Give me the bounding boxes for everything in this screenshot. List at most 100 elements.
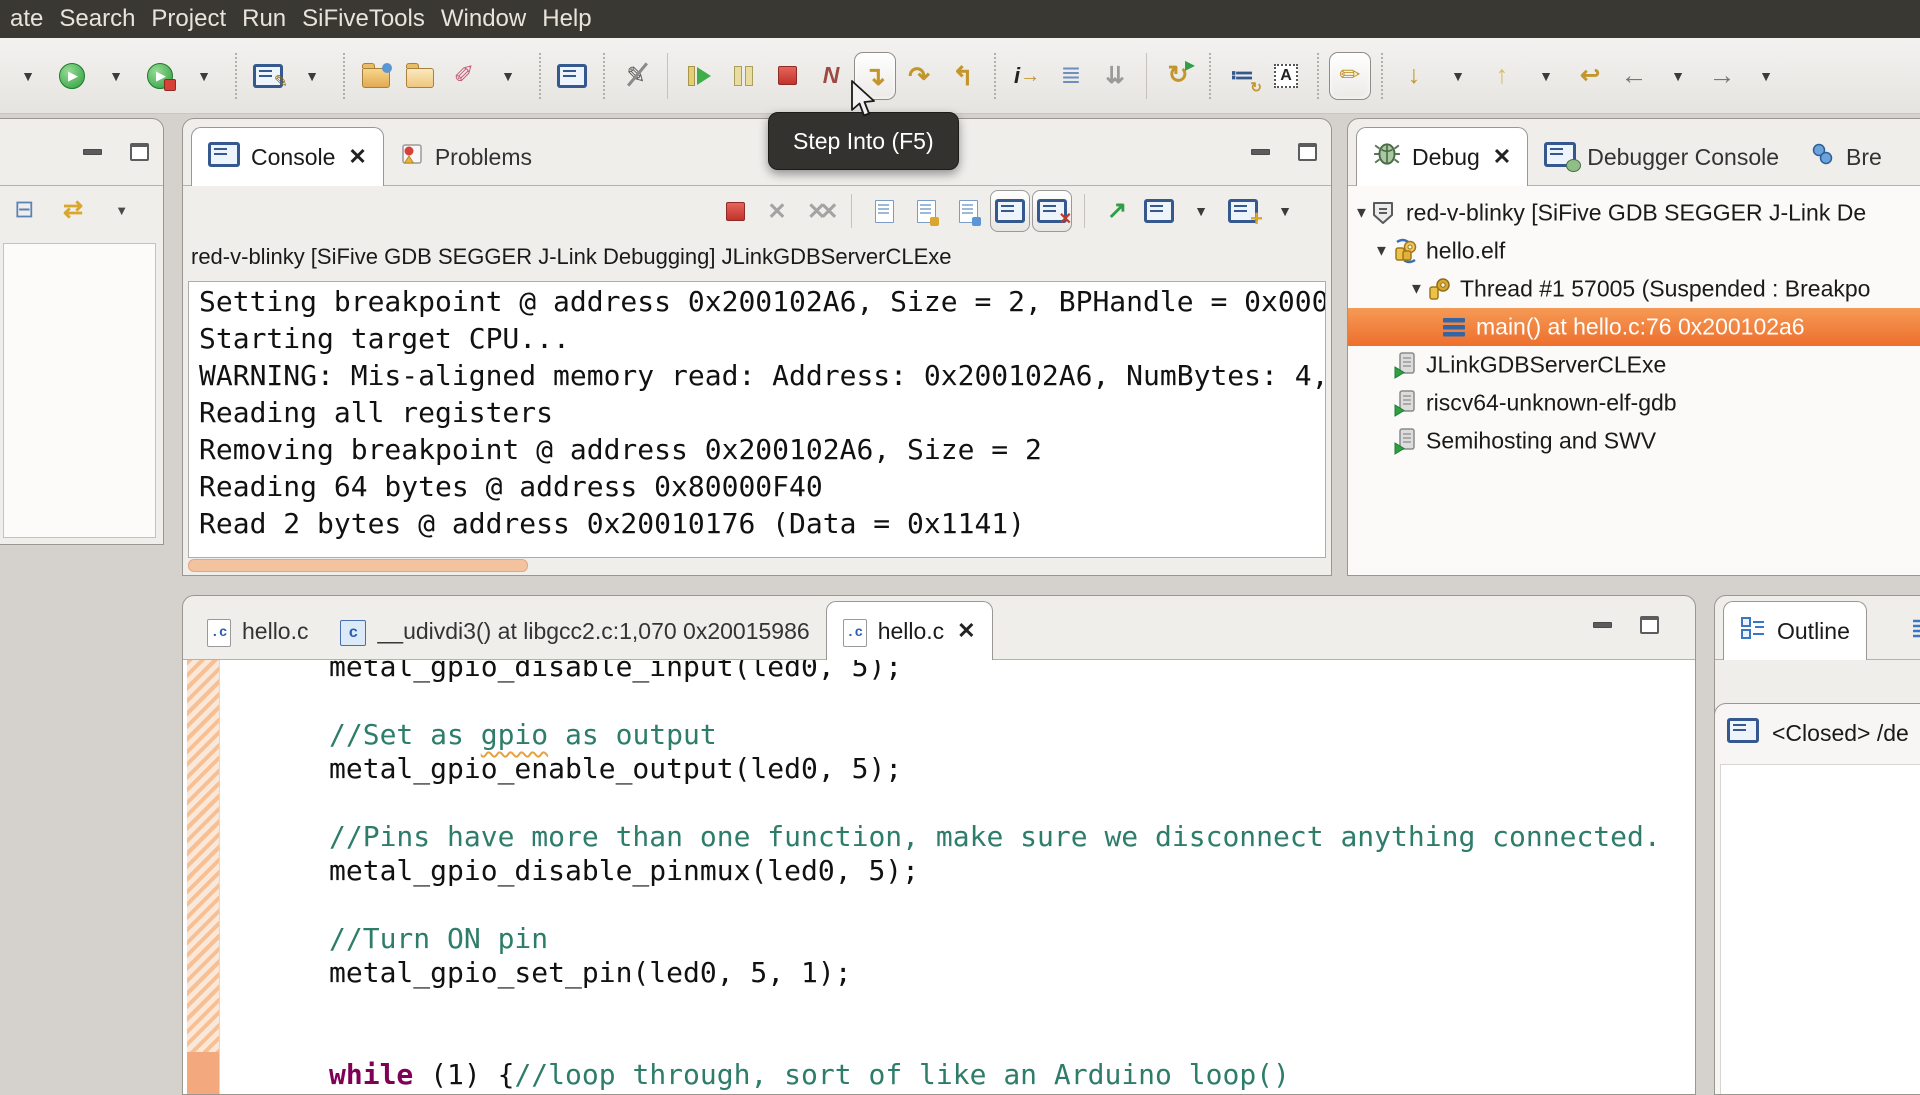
- expand-arrow-icon[interactable]: ▼: [1354, 205, 1369, 222]
- debug-tree-row-main-at-hello-c-76-0x200102a6[interactable]: main() at hello.c:76 0x200102a6: [1348, 308, 1920, 346]
- drop-to-frame-button[interactable]: ⇊: [1094, 52, 1136, 100]
- remove-launch-button[interactable]: ✕: [757, 190, 797, 232]
- previous-annotation-button[interactable]: ↑: [1481, 52, 1523, 100]
- dropdown-arrow-button[interactable]: ▼: [1525, 52, 1567, 100]
- editor-tab-udivdi3-at-libgcc2-c-1-070-0x20015986[interactable]: c __udivdi3() at libgcc2.c:1,070 0x200159…: [324, 603, 825, 659]
- maximize-icon[interactable]: [130, 143, 149, 161]
- menu-run[interactable]: Run: [234, 0, 294, 38]
- view-list-icon[interactable]: [1911, 618, 1920, 643]
- disconnect-button[interactable]: N: [810, 52, 852, 100]
- open-project-button[interactable]: [355, 52, 397, 100]
- format-char-button[interactable]: A: [1265, 52, 1307, 100]
- tab-outline[interactable]: Outline: [1723, 601, 1867, 660]
- console-output[interactable]: Setting breakpoint @ address 0x200102A6,…: [188, 281, 1326, 558]
- step-return-button[interactable]: ↰: [942, 52, 984, 100]
- debug-tree-row-semihosting-and-swv[interactable]: Semihosting and SWV: [1348, 422, 1920, 460]
- terminate-button[interactable]: [766, 52, 808, 100]
- menu-help[interactable]: Help: [534, 0, 599, 38]
- tab-terminal[interactable]: <Closed> /de: [1715, 704, 1920, 759]
- toggle-mark-occurrences-button[interactable]: ✎: [615, 52, 657, 100]
- flash-target-button[interactable]: ✐: [443, 52, 485, 100]
- back-history-button[interactable]: ←: [1613, 52, 1655, 100]
- drop-to-frame-icon: ⇊: [1105, 62, 1125, 88]
- open-console-new-icon: +: [1228, 199, 1263, 231]
- editor-tab-hello-c[interactable]: .c hello.c: [191, 603, 324, 659]
- close-icon[interactable]: ✕: [957, 618, 975, 644]
- editor-tab-hello-c[interactable]: .c hello.c ✕: [825, 601, 993, 660]
- dropdown-arrow-button[interactable]: ▼: [7, 52, 49, 100]
- show-stack-trace-button[interactable]: ≣: [1050, 52, 1092, 100]
- dropdown-arrow-button[interactable]: ▼: [1437, 52, 1479, 100]
- dropdown-arrow-button[interactable]: ▼: [95, 52, 137, 100]
- minimize-icon[interactable]: [1593, 622, 1612, 628]
- word-wrap-button[interactable]: [948, 190, 988, 232]
- code-editor[interactable]: metal_gpio_disable_input(led0, 5); //Set…: [183, 660, 1695, 1094]
- debug-launch-button[interactable]: ▶: [51, 52, 93, 100]
- open-console-view-button[interactable]: [551, 52, 593, 100]
- toolbar-separator: [1381, 52, 1383, 99]
- dropdown-arrow-button[interactable]: ▼: [183, 52, 225, 100]
- run-history-button[interactable]: ≔ ↻: [1221, 52, 1263, 100]
- new-wizard-button[interactable]: ✎: [247, 52, 289, 100]
- debug-tree-row-thread-1-57005-suspended-breakpo[interactable]: ▼ Thread #1 57005 (Suspended : Breakpo: [1348, 270, 1920, 308]
- debug-tree-row-hello-elf[interactable]: ▼ hello.elf: [1348, 232, 1920, 270]
- scroll-lock-button[interactable]: [906, 190, 946, 232]
- open-console-new-button[interactable]: +: [1223, 190, 1263, 232]
- expand-arrow-icon[interactable]: ▼: [1409, 281, 1424, 298]
- debug-tab-debug[interactable]: Debug ✕: [1356, 127, 1529, 186]
- remove-all-launches-button[interactable]: ✕✕: [799, 190, 839, 232]
- dropdown-arrow-button[interactable]: ▼: [487, 52, 529, 100]
- minimize-icon[interactable]: [83, 149, 102, 155]
- next-annotation-button[interactable]: ↓: [1393, 52, 1435, 100]
- console-line: Read 2 bytes @ address 0x20010176 (Data …: [199, 507, 1026, 540]
- forward-history-button[interactable]: →: [1701, 52, 1743, 100]
- dropdown-arrow-button[interactable]: ▼: [1657, 52, 1699, 100]
- display-selected-console-button[interactable]: [1139, 190, 1179, 232]
- debug-tree-row-jlinkgdbserverclexe[interactable]: JLinkGDBServerCLExe: [1348, 346, 1920, 384]
- suspend-button[interactable]: [722, 52, 764, 100]
- restart-button[interactable]: ↻ ▶: [1157, 52, 1199, 100]
- import-project-button[interactable]: [399, 52, 441, 100]
- open-console-export-button[interactable]: ↗: [1097, 190, 1137, 232]
- resume-button[interactable]: [678, 52, 720, 100]
- maximize-icon[interactable]: [1298, 143, 1317, 161]
- menu-sifivetools[interactable]: SiFiveTools: [294, 0, 433, 38]
- menu-project[interactable]: Project: [143, 0, 234, 38]
- instruction-stepping-button[interactable]: i →: [1006, 52, 1048, 100]
- step-return-icon: ↰: [952, 60, 974, 91]
- dropdown-arrow-button[interactable]: ▼: [291, 52, 333, 100]
- link-with-editor-button[interactable]: ⇄: [58, 189, 89, 231]
- clear-console-button[interactable]: [864, 190, 904, 232]
- close-icon[interactable]: ✕: [1493, 144, 1511, 170]
- pin-console-button[interactable]: [990, 190, 1030, 232]
- menu-window[interactable]: Window: [433, 0, 534, 38]
- close-icon[interactable]: ✕: [348, 144, 366, 170]
- left-panel-content[interactable]: [3, 243, 156, 538]
- debug-tab-bre[interactable]: Bre: [1795, 129, 1898, 185]
- view-menu-button[interactable]: ▼: [106, 189, 137, 231]
- show-console-on-output-button[interactable]: ✕: [1032, 190, 1072, 232]
- console-tab-problems[interactable]: Problems: [384, 129, 548, 185]
- maximize-icon[interactable]: [1640, 616, 1659, 634]
- collapse-all-button[interactable]: ⊟: [9, 189, 40, 231]
- minimize-icon[interactable]: [1251, 149, 1270, 155]
- debug-tree-row-riscv64-unknown-elf-gdb[interactable]: riscv64-unknown-elf-gdb: [1348, 384, 1920, 422]
- step-over-button[interactable]: ↷: [898, 52, 940, 100]
- dropdown-arrow-button[interactable]: ▼: [1745, 52, 1787, 100]
- expand-arrow-icon[interactable]: ▼: [1374, 243, 1389, 260]
- console-tab-console[interactable]: Console ✕: [191, 127, 384, 186]
- debug-tree-row-red-v-blinky-sifive-gdb-segger-j-link-de[interactable]: ▼ red-v-blinky [SiFive GDB SEGGER J-Link …: [1348, 194, 1920, 232]
- step-into-button[interactable]: ↴: [854, 51, 896, 100]
- run-launch-button[interactable]: ▶: [139, 52, 181, 100]
- debug-tab-debugger-console[interactable]: Debugger Console: [1528, 129, 1795, 185]
- terminal-content[interactable]: [1720, 764, 1920, 1094]
- source-code[interactable]: metal_gpio_disable_input(led0, 5); //Set…: [225, 660, 1695, 1092]
- pin-highlight-button[interactable]: ✏: [1329, 51, 1371, 100]
- dropdown-arrow-button[interactable]: ▼: [1181, 190, 1221, 232]
- dropdown-arrow-button[interactable]: ▼: [1265, 190, 1305, 232]
- menu-ate[interactable]: ate: [2, 0, 51, 38]
- menu-search[interactable]: Search: [51, 0, 143, 38]
- horizontal-scrollbar-thumb[interactable]: [188, 559, 528, 572]
- last-edit-location-button[interactable]: ↩: [1569, 52, 1611, 100]
- terminate-button[interactable]: [715, 190, 755, 232]
